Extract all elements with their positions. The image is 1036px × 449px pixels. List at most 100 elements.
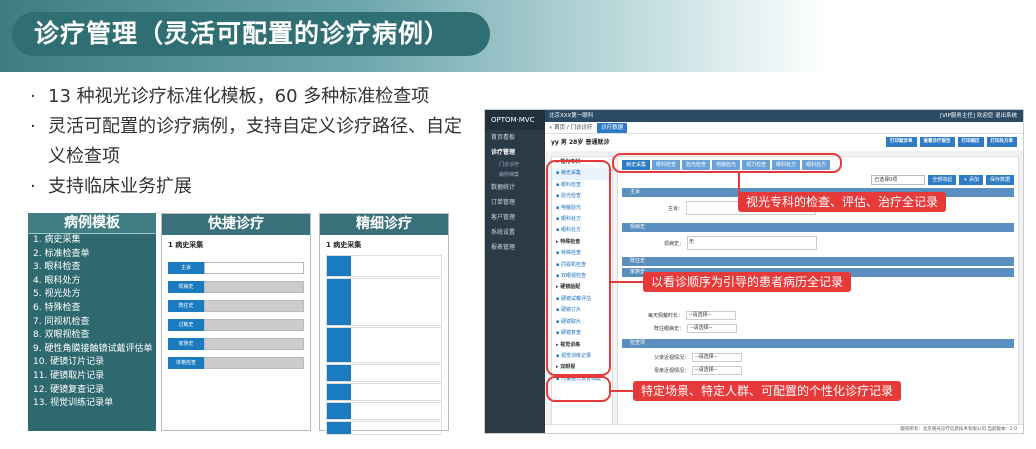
fast-row: 体格检查	[168, 357, 304, 369]
father-row: 父亲近视情况： --请选择--	[654, 353, 743, 362]
father-select[interactable]: --请选择--	[692, 353, 743, 362]
template-item[interactable]: 13. 视觉训练记录单	[28, 397, 156, 411]
callout-exam: 视光专科的检查、评估、治疗全记录	[738, 192, 947, 212]
fast-row-label: 家族史	[168, 338, 204, 350]
sidebar-item[interactable]: 首页看板	[485, 130, 545, 145]
app-logo: OPTOM·MVC	[485, 110, 545, 130]
highlight-tree	[546, 160, 611, 376]
app-footer: 版权所有：北京视光诊疗信息技术有限公司 当前版本：2.0	[545, 424, 1023, 433]
wear-select[interactable]: --请选择--	[686, 311, 737, 320]
sidebar-item[interactable]: 系统设置	[485, 225, 545, 240]
fine-row	[326, 278, 442, 326]
fast-row-input[interactable]	[204, 357, 304, 369]
breadcrumb[interactable]: « 首页 / 门诊诊疗	[549, 125, 592, 131]
sidebar-item[interactable]: 订单管理	[485, 195, 545, 210]
section-exam[interactable]: 检查项	[622, 339, 1014, 348]
patient-action-button[interactable]: 查看诊疗报告	[919, 137, 955, 147]
fine-row	[326, 383, 442, 401]
tab-bar: « 首页 / 门诊诊疗 诊疗数据	[545, 122, 1023, 134]
record-toolbar: 已选择0项 全部收起 + 添加 保存数据	[871, 175, 1014, 185]
fine-row	[326, 327, 442, 363]
callout-connector	[738, 173, 740, 194]
patient-action-button[interactable]: 打印处方单	[986, 137, 1017, 147]
template-item[interactable]: 9. 硬性角膜接触镜试戴评估单	[28, 343, 156, 357]
add-button[interactable]: + 添加	[959, 175, 983, 185]
fast-row: 过敏史	[168, 319, 304, 331]
fast-row-input[interactable]	[204, 319, 304, 331]
highlight-steps	[612, 153, 842, 173]
template-panel: 病例模板 1. 病史采集 2. 标准检查单 3. 眼科检查 4. 眼科处方 5. 视光处…	[28, 213, 156, 431]
feature-item: · 支持临床业务扩展	[30, 176, 192, 197]
callout-custom: 特定场景、特定人群、可配置的个性化诊疗记录	[633, 381, 902, 401]
wear-row: 每天佩戴时长： --请选择--	[648, 311, 737, 320]
template-list: 1. 病史采集 2. 标准检查单 3. 眼科检查 4. 眼科处方 5. 视光处方 6. 特…	[28, 234, 156, 411]
feature-list: · 13 种视光诊疗标准化模板，60 多种标准检查项 · 灵活可配置的诊疗病例，支持…	[30, 82, 470, 202]
sidebar-item[interactable]: 门诊诊疗	[485, 160, 545, 170]
fine-section-title: 1 病史采集	[326, 241, 362, 249]
fast-row-input[interactable]	[204, 338, 304, 350]
title-banner: 诊疗管理（灵活可配置的诊疗病例）	[0, 0, 1036, 72]
template-item[interactable]: 1. 病史采集	[28, 234, 156, 248]
collapse-button[interactable]: 全部收起	[928, 175, 957, 185]
template-item[interactable]: 2. 标准检查单	[28, 248, 156, 262]
sidebar-item[interactable]: 数据统计	[485, 180, 545, 195]
highlight-tree-bottom	[546, 376, 611, 402]
save-button[interactable]: 保存数据	[985, 175, 1014, 185]
fast-row-input[interactable]	[204, 281, 304, 293]
sidebar-item[interactable]: 客户管理	[485, 210, 545, 225]
fast-row: 既往史	[168, 300, 304, 312]
fine-row	[326, 364, 442, 382]
template-item[interactable]: 11. 硬镜取片记录	[28, 370, 156, 384]
section-past[interactable]: 既往史	[622, 257, 1014, 266]
template-item[interactable]: 8. 双眼视检查	[28, 329, 156, 343]
fast-row-input[interactable]	[204, 262, 304, 274]
template-item[interactable]: 6. 特殊检查	[28, 302, 156, 316]
fine-row	[326, 402, 442, 420]
callout-connector	[611, 390, 633, 392]
template-item[interactable]: 4. 眼科处方	[28, 275, 156, 289]
fast-row-input[interactable]	[204, 300, 304, 312]
fast-row-label: 现病史	[168, 281, 204, 293]
filter-select[interactable]: 已选择0项	[871, 175, 926, 185]
clinic-name: 北京XXX第一眼科	[549, 113, 594, 119]
fine-diagnosis-panel: 精细诊疗 1 病史采集	[319, 213, 449, 435]
fast-form: 主诉现病史既往史过敏史家族史体格检查	[162, 262, 310, 369]
callout-connector	[611, 281, 643, 283]
fast-row-label: 体格检查	[168, 357, 204, 369]
fast-row: 家族史	[168, 338, 304, 350]
section-hpi[interactable]: 现病史	[622, 223, 1014, 232]
mother-select[interactable]: --请选择--	[692, 366, 743, 375]
template-item[interactable]: 3. 眼科检查	[28, 261, 156, 275]
patient-info: yy 男 28岁 普通就诊	[551, 139, 610, 146]
page-title: 诊疗管理（灵活可配置的诊疗病例）	[12, 12, 490, 56]
fast-row-label: 过敏史	[168, 319, 204, 331]
fast-row: 主诉	[168, 262, 304, 274]
mother-row: 母亲近视情况： --请选择--	[654, 366, 743, 375]
hpi-row: 现病史：无	[664, 236, 818, 250]
patient-action-button[interactable]: 打印病历	[957, 137, 984, 147]
app-sidebar: OPTOM·MVC 首页看板 诊疗管理 门诊诊疗 病例档案 数据统计 订单管理 客户管理 系统…	[485, 110, 545, 433]
fine-row	[326, 255, 442, 277]
patient-action-button[interactable]: 打印就诊单	[886, 137, 917, 147]
fast-diagnosis-panel: 快捷诊疗 1 病史采集 主诉现病史既往史过敏史家族史体格检查	[161, 213, 311, 431]
feature-item: · 灵活可配置的诊疗病例，支持自定义诊疗路径、自定义检查项	[30, 116, 462, 167]
hist-select[interactable]: --请选择--	[687, 324, 738, 333]
hpi-input[interactable]: 无	[687, 236, 818, 250]
template-item[interactable]: 10. 硬镜订片记录	[28, 356, 156, 370]
fast-panel-header: 快捷诊疗	[162, 214, 310, 235]
fine-form	[326, 255, 442, 435]
tab-active[interactable]: 诊疗数据	[597, 123, 628, 133]
callout-order: 以看诊顺序为引导的患者病历全记录	[643, 272, 852, 292]
sidebar-item[interactable]: 病例档案	[485, 170, 545, 180]
template-item[interactable]: 12. 硬镜复查记录	[28, 384, 156, 398]
fast-row-label: 主诉	[168, 262, 204, 274]
sidebar-item[interactable]: 报表管理	[485, 240, 545, 255]
fast-section-title: 1 病史采集	[168, 241, 204, 249]
patient-header: yy 男 28岁 普通就诊 打印就诊单 查看诊疗报告 打印病历 打印处方单	[545, 134, 1023, 151]
template-item[interactable]: 5. 视光处方	[28, 288, 156, 302]
sidebar-item[interactable]: 诊疗管理	[485, 145, 545, 160]
hist-row: 既往眼病史： --请选择--	[654, 324, 738, 333]
user-info[interactable]: [VIP服务主任] 欢迎您 退出系统	[940, 110, 1017, 122]
template-item[interactable]: 7. 同视机检查	[28, 316, 156, 330]
fine-panel-header: 精细诊疗	[320, 214, 448, 235]
